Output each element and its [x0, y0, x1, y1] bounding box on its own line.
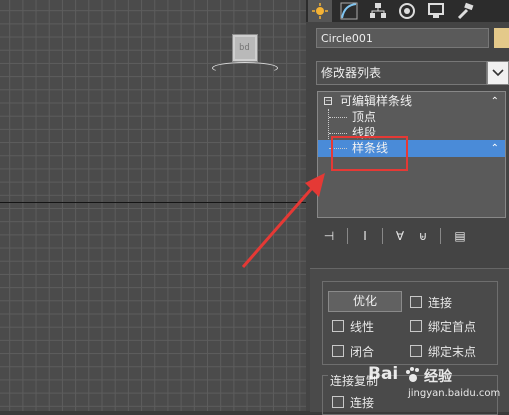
chevron-up-icon[interactable]: ⌃	[491, 93, 499, 110]
command-panel-tabs	[306, 0, 509, 22]
stack-item-vertex[interactable]: 顶点	[318, 109, 505, 126]
remove-modifier-icon[interactable]: ⊌	[416, 228, 430, 244]
object-marker-icon[interactable]: bd	[232, 34, 258, 62]
optimize-button[interactable]: 优化	[328, 291, 402, 312]
create-icon[interactable]	[308, 0, 332, 22]
show-end-result-icon[interactable]: I	[356, 228, 374, 244]
hierarchy-icon[interactable]	[366, 0, 390, 22]
connect-checkbox[interactable]	[410, 296, 422, 308]
highlight-box	[331, 136, 408, 171]
configure-modifier-sets-icon[interactable]: ▤	[450, 228, 470, 244]
collapse-icon[interactable]: −	[324, 97, 332, 105]
stack-item-editable-spline[interactable]: − 可编辑样条线 ⌃	[318, 93, 505, 110]
modifier-list-dropdown[interactable]: 修改器列表	[316, 61, 487, 85]
paw-icon	[406, 367, 419, 382]
object-name-field[interactable]: Circle001	[316, 28, 489, 48]
make-unique-icon[interactable]: ∀	[390, 228, 410, 244]
bind-first-checkbox[interactable]	[410, 320, 422, 332]
pin-stack-icon[interactable]: ⊣	[318, 228, 340, 244]
circle-shape[interactable]	[212, 62, 278, 74]
baidu-watermark: Bai 经验 jingyan.baidu.com	[368, 364, 501, 399]
object-color-swatch[interactable]	[494, 28, 509, 48]
modify-icon[interactable]	[337, 0, 361, 22]
connect-copy-checkbox[interactable]	[332, 396, 344, 408]
motion-icon[interactable]	[395, 0, 419, 22]
display-icon[interactable]	[424, 0, 448, 22]
chevron-up-icon[interactable]: ⌃	[491, 140, 499, 157]
chevron-down-icon[interactable]	[487, 61, 509, 85]
bind-last-checkbox[interactable]	[410, 345, 422, 357]
annotation-arrow	[241, 173, 325, 268]
utilities-icon[interactable]	[453, 0, 477, 22]
linear-checkbox[interactable]	[332, 320, 344, 332]
closed-checkbox[interactable]	[332, 345, 344, 357]
